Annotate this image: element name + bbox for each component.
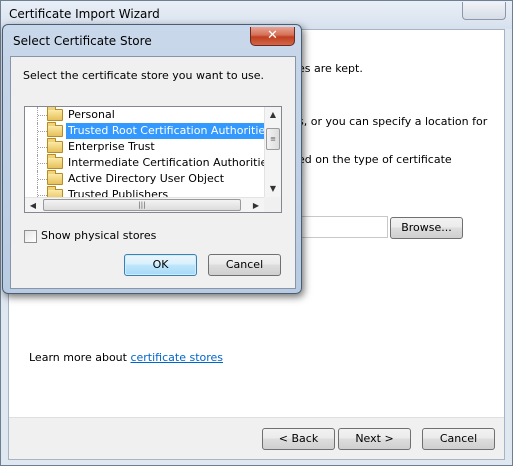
tree-item-store[interactable]: Personal <box>25 107 264 123</box>
tree-connector-lines <box>37 123 47 139</box>
scroll-corner <box>264 197 281 212</box>
scroll-right-arrow-icon[interactable]: ▶ <box>248 198 264 213</box>
wizard-text-stores-kept: es are kept. <box>298 62 363 75</box>
folder-icon <box>47 154 63 169</box>
wizard-footer: < Back Next > Cancel <box>9 417 504 459</box>
tree-connector-lines <box>37 187 47 197</box>
dialog-content: Select the certificate store you want to… <box>10 56 296 289</box>
tree-item-label[interactable]: Personal <box>66 107 117 123</box>
scroll-thumb-horizontal[interactable]: ||| <box>43 199 241 211</box>
select-certificate-store-dialog: Select Certificate Store ✕ Select the ce… <box>2 24 302 294</box>
tree-item-store[interactable]: Intermediate Certification Authorities <box>25 154 264 171</box>
folder-icon <box>47 107 63 121</box>
tree-item-store[interactable]: Trusted Publishers <box>25 186 264 197</box>
dialog-title: Select Certificate Store <box>13 34 152 48</box>
tree-connector-lines <box>37 107 47 123</box>
tree-connector-lines <box>37 139 47 155</box>
folder-icon <box>47 138 63 153</box>
folder-icon <box>47 186 63 197</box>
tree-items: Personal Trusted Root Certification Autho… <box>25 107 264 197</box>
dialog-instruction: Select the certificate store you want to… <box>23 69 265 82</box>
scroll-thumb-vertical[interactable]: ≡ <box>266 128 280 150</box>
tree-horizontal-scrollbar[interactable]: ◀ ||| ▶ <box>25 197 264 212</box>
close-icon: ✕ <box>267 28 278 43</box>
tree-vertical-scrollbar[interactable]: ▲ ≡ ▼ <box>264 107 281 197</box>
tree-connector-lines <box>37 155 47 171</box>
dialog-close-button[interactable]: ✕ <box>250 27 295 46</box>
tree-item-store[interactable]: Enterprise Trust <box>25 138 264 155</box>
browse-button[interactable]: Browse... <box>390 217 463 239</box>
wizard-title: Certificate Import Wizard <box>9 7 160 21</box>
tree-item-label[interactable]: Enterprise Trust <box>66 139 157 155</box>
wizard-cancel-button[interactable]: Cancel <box>422 428 495 450</box>
scroll-up-arrow-icon[interactable]: ▲ <box>265 107 281 123</box>
learn-more-text: Learn more about certificate stores <box>29 351 223 364</box>
back-button[interactable]: < Back <box>262 428 335 450</box>
folder-icon <box>47 170 63 185</box>
tree-item-label[interactable]: Intermediate Certification Authorities <box>66 155 264 171</box>
next-button[interactable]: Next > <box>338 428 411 450</box>
dialog-cancel-button[interactable]: Cancel <box>208 254 281 276</box>
scroll-down-arrow-icon[interactable]: ▼ <box>265 181 281 197</box>
tree-item-label[interactable]: Trusted Root Certification Authorities <box>66 123 264 139</box>
learn-more-prefix: Learn more about <box>29 351 131 364</box>
tree-connector-lines <box>37 171 47 187</box>
tree-item-label[interactable]: Active Directory User Object <box>66 171 226 187</box>
certificate-store-field[interactable] <box>298 216 388 238</box>
wizard-text-based-on-type: ed on the type of certificate <box>298 153 452 166</box>
scroll-left-arrow-icon[interactable]: ◀ <box>25 198 41 213</box>
folder-icon <box>47 122 63 137</box>
wizard-close-button[interactable] <box>462 2 506 20</box>
wizard-text-specify-location: s, or you can specify a location for <box>298 115 488 128</box>
certificate-store-tree[interactable]: Personal Trusted Root Certification Autho… <box>24 106 282 213</box>
show-physical-stores-checkbox[interactable] <box>24 230 37 243</box>
tree-item-store[interactable]: Active Directory User Object <box>25 170 264 187</box>
show-physical-stores-label[interactable]: Show physical stores <box>41 229 156 242</box>
tree-item-store[interactable]: Trusted Root Certification Authorities <box>25 122 264 139</box>
certificate-stores-link[interactable]: certificate stores <box>130 351 223 364</box>
tree-item-label[interactable]: Trusted Publishers <box>66 187 170 197</box>
ok-button[interactable]: OK <box>124 254 197 276</box>
